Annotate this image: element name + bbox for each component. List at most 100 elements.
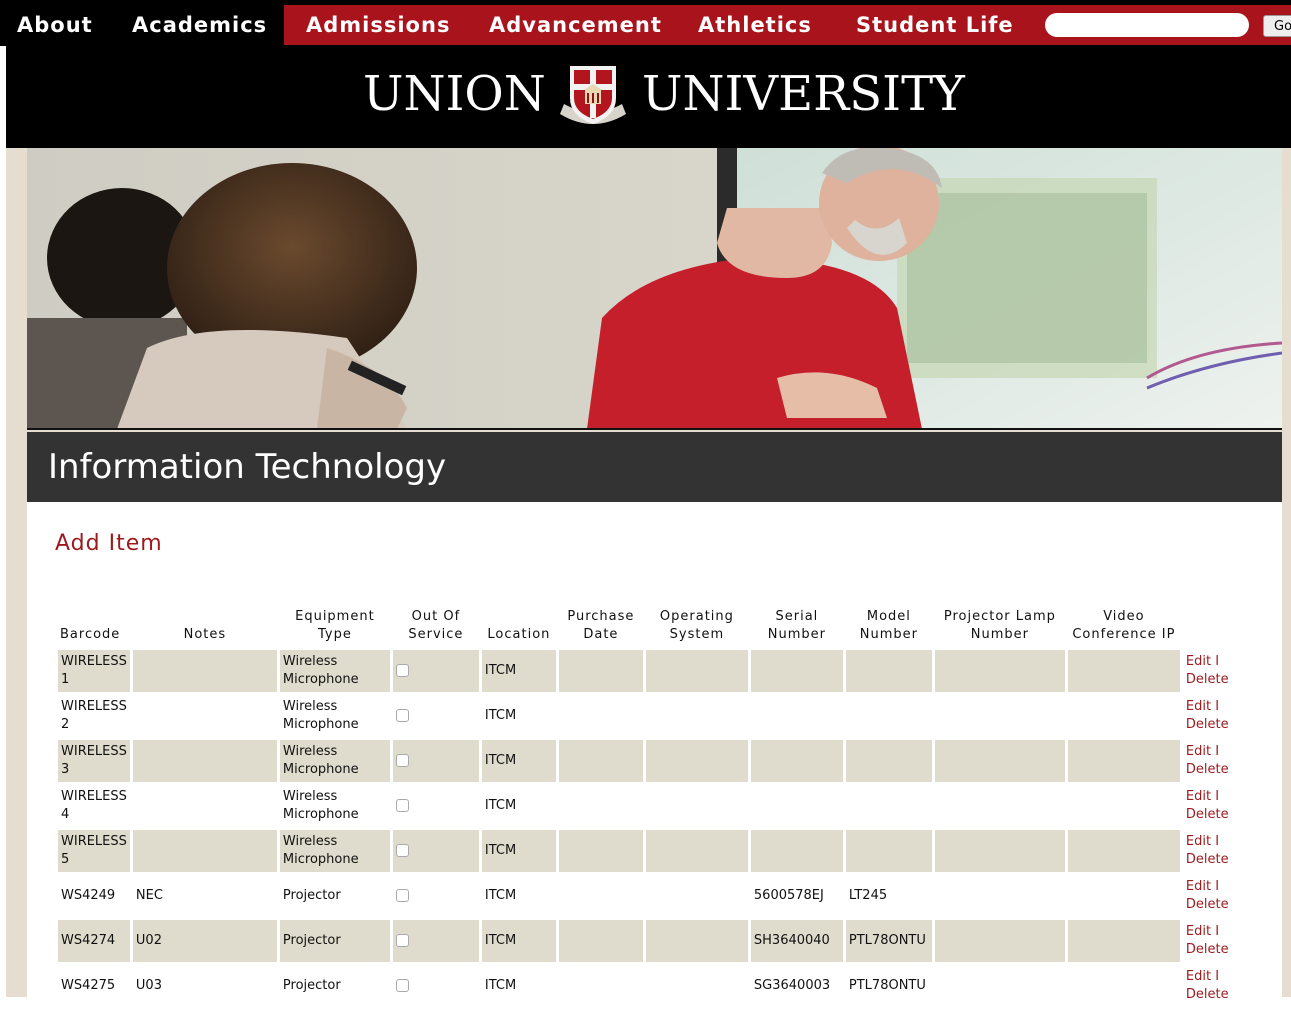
cell-model-number — [845, 650, 932, 692]
edit-link[interactable]: Edit — [1186, 789, 1211, 804]
action-separator: I — [1215, 969, 1220, 984]
table-row: WIRELESS 5 Wireless Microphone ITCM Edit ID… — [58, 830, 1239, 872]
cell-model-number: PTL78ONTU — [848, 978, 926, 993]
delete-link[interactable]: Delete — [1186, 897, 1229, 912]
out-of-service-checkbox[interactable] — [395, 709, 409, 722]
logo-banner: UNION UNIVERSITY — [6, 46, 1291, 148]
action-separator: I — [1215, 744, 1220, 759]
delete-link[interactable]: Delete — [1186, 852, 1229, 867]
equipment-table: Barcode Notes Equipment Type Out Of Serv… — [55, 585, 1242, 1010]
col-header-barcode[interactable]: Barcode — [58, 588, 130, 647]
cell-video-conference-ip — [1067, 650, 1180, 692]
edit-link[interactable]: Edit — [1186, 744, 1211, 759]
cell-model-number — [846, 785, 932, 827]
edit-link[interactable]: Edit — [1186, 924, 1211, 939]
page-title: Information Technology — [48, 447, 447, 487]
col-header-equipment-type[interactable]: Equipment Type — [280, 588, 390, 647]
delete-link[interactable]: Delete — [1186, 807, 1229, 822]
nav-item-athletics[interactable]: Athletics — [698, 5, 812, 45]
cell-location: ITCM — [481, 740, 556, 782]
cell-actions: Edit I Delete — [1183, 965, 1239, 1007]
delete-link[interactable]: Delete — [1186, 717, 1229, 732]
nav-item-student-life[interactable]: Student Life — [856, 5, 1014, 45]
cell-operating-system — [645, 740, 748, 782]
col-header-projector-lamp-number[interactable]: Projector Lamp Number — [935, 588, 1065, 647]
edit-link[interactable]: Edit — [1186, 699, 1211, 714]
cell-location: ITCM — [484, 978, 517, 993]
cell-equipment-type: Projector — [282, 888, 341, 903]
cell-operating-system — [646, 875, 748, 917]
action-separator: I — [1215, 789, 1220, 804]
cell-barcode: WIRELESS 4 — [61, 789, 127, 822]
cell-actions: Edit I Delete — [1183, 875, 1239, 917]
cell-notes — [132, 740, 277, 782]
edit-link[interactable]: Edit — [1186, 879, 1211, 894]
col-header-model-number[interactable]: Model Number — [846, 588, 932, 647]
action-separator: I — [1215, 879, 1220, 894]
col-header-operating-system[interactable]: Operating System — [646, 588, 748, 647]
cell-barcode: WS4274 — [58, 920, 130, 962]
cell-model-number: LT245 — [848, 888, 888, 903]
edit-link[interactable]: Edit — [1186, 654, 1211, 669]
cell-location: ITCM — [481, 920, 556, 962]
cell-model-number — [845, 740, 932, 782]
cell-purchase-date — [558, 650, 643, 692]
cell-equipment-type: Projector — [282, 978, 341, 993]
cell-barcode: WIRELESS 3 — [58, 740, 130, 782]
edit-link[interactable]: Edit — [1186, 969, 1211, 984]
nav-item-advancement[interactable]: Advancement — [489, 5, 662, 45]
cell-equipment-type: Wireless Microphone — [282, 699, 359, 732]
out-of-service-checkbox[interactable] — [395, 664, 409, 677]
cell-out-of-service — [393, 965, 479, 1007]
delete-link[interactable]: Delete — [1186, 942, 1229, 957]
cell-projector-lamp-number — [934, 920, 1065, 962]
nav-item-admissions[interactable]: Admissions — [306, 5, 450, 45]
delete-link[interactable]: Delete — [1186, 672, 1229, 687]
delete-link[interactable]: Delete — [1186, 762, 1229, 777]
cell-notes: U03 — [135, 978, 162, 993]
col-header-notes[interactable]: Notes — [133, 588, 277, 647]
out-of-service-checkbox[interactable] — [395, 979, 409, 992]
hero-divider — [27, 428, 1282, 430]
action-separator: I — [1215, 699, 1220, 714]
cell-serial-number — [750, 740, 843, 782]
out-of-service-checkbox[interactable] — [395, 844, 409, 857]
col-header-serial-number[interactable]: Serial Number — [751, 588, 843, 647]
cell-actions: Edit I Delete — [1183, 695, 1239, 737]
go-button[interactable]: Go — [1263, 15, 1291, 37]
out-of-service-checkbox[interactable] — [395, 754, 409, 767]
cell-out-of-service — [392, 920, 479, 962]
cell-equipment-type: Wireless Microphone — [282, 789, 359, 822]
add-item-link[interactable]: Add Item — [55, 529, 163, 559]
cell-video-conference-ip — [1068, 695, 1180, 737]
cell-projector-lamp-number — [935, 695, 1065, 737]
cell-out-of-service — [392, 830, 479, 872]
nav-item-about[interactable]: About — [0, 5, 112, 45]
nav-item-academics[interactable]: Academics — [116, 5, 284, 45]
cell-serial-number: SG3640003 — [753, 978, 831, 993]
col-header-video-conference-ip[interactable]: Video Conference IP — [1068, 588, 1180, 647]
col-header-location[interactable]: Location — [482, 588, 556, 647]
cell-purchase-date — [558, 920, 643, 962]
out-of-service-checkbox[interactable] — [395, 799, 409, 812]
col-header-purchase-date[interactable]: Purchase Date — [559, 588, 643, 647]
action-separator: I — [1215, 834, 1220, 849]
out-of-service-checkbox[interactable] — [395, 934, 409, 947]
delete-link[interactable]: Delete — [1186, 987, 1229, 1002]
cell-barcode: WIRELESS 2 — [61, 699, 127, 732]
edit-link[interactable]: Edit — [1186, 834, 1211, 849]
cell-model-number: PTL78ONTU — [845, 920, 932, 962]
cell-model-number — [846, 695, 932, 737]
cell-purchase-date — [558, 830, 643, 872]
cell-projector-lamp-number — [935, 965, 1065, 1007]
cell-out-of-service — [393, 695, 479, 737]
hero-image — [27, 148, 1282, 429]
out-of-service-checkbox[interactable] — [395, 889, 409, 902]
hero-illustration — [27, 148, 1282, 429]
col-header-out-of-service[interactable]: Out Of Service — [393, 588, 479, 647]
cell-operating-system — [645, 830, 748, 872]
search-input[interactable] — [1045, 13, 1249, 37]
university-logo[interactable]: UNION UNIVERSITY — [6, 46, 1291, 148]
cell-equipment-type: Wireless Microphone — [279, 740, 390, 782]
table-row: WS4275 U03 Projector ITCM SG3640003 PTL78ONTU… — [58, 965, 1239, 1007]
